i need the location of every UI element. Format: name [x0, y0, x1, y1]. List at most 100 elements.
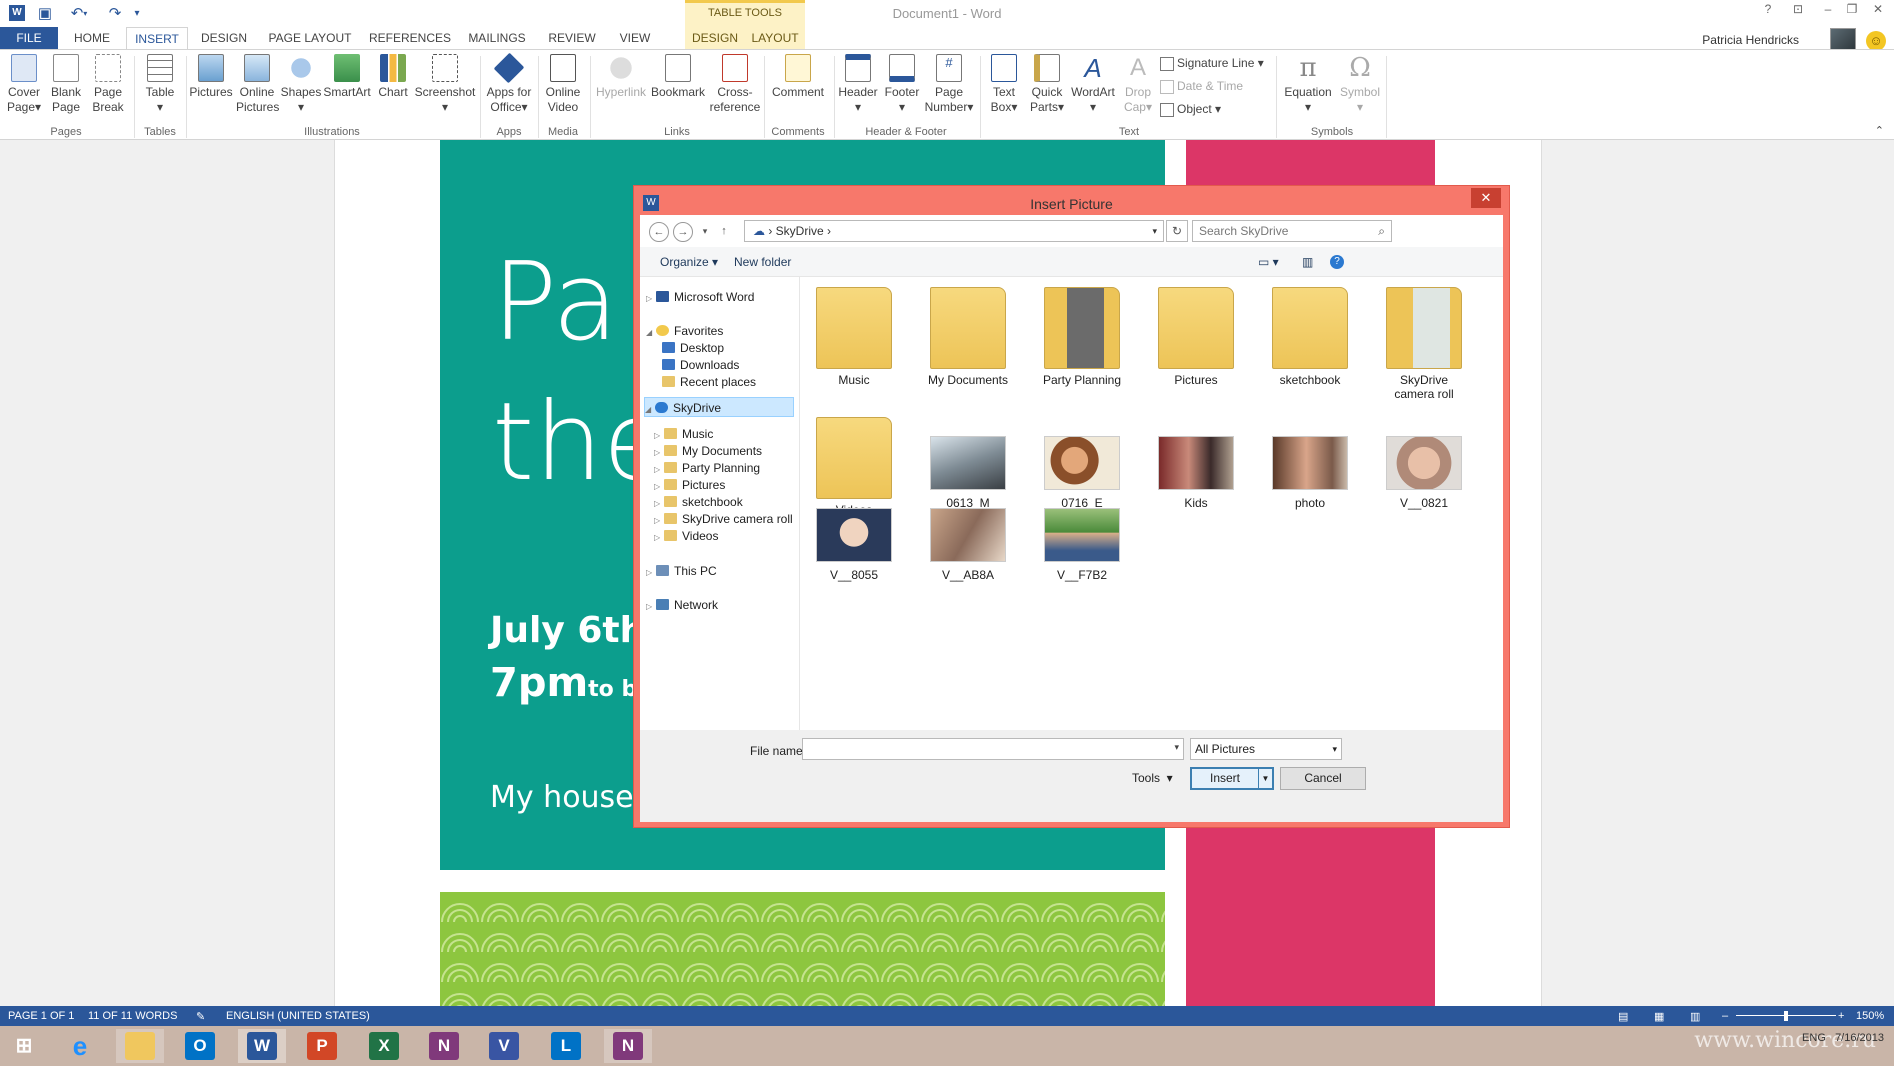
zoom-level[interactable]: 150% [1856, 1010, 1884, 1022]
back-icon[interactable]: ← [649, 222, 669, 242]
photo-item-photo[interactable]: photo [1265, 436, 1355, 510]
tab-review[interactable]: REVIEW [542, 27, 602, 49]
read-mode-icon[interactable]: ▤ [1618, 1010, 1628, 1023]
input-language[interactable]: ENG [1802, 1032, 1826, 1044]
photo-item-v-8055[interactable]: V__8055 [809, 508, 899, 582]
insert-button[interactable]: Insert ▼ [1190, 767, 1274, 790]
page-break-button[interactable]: Page Break [88, 54, 128, 115]
web-layout-icon[interactable]: ▥ [1690, 1010, 1700, 1023]
organize-button[interactable]: Organize ▾ [660, 255, 718, 269]
object-button[interactable]: Object ▾ [1160, 99, 1221, 119]
page-number-button[interactable]: # Page Number▾ [924, 54, 974, 115]
cover-page-button[interactable]: Cover Page▾ [4, 54, 44, 115]
zoom-in-icon[interactable]: + [1838, 1010, 1844, 1022]
powerpoint-icon[interactable]: P [298, 1029, 346, 1063]
nav-item-network[interactable]: ▷ Network [646, 595, 718, 615]
zoom-slider-thumb[interactable] [1784, 1011, 1788, 1021]
comment-button[interactable]: Comment [766, 54, 830, 100]
text-box-button[interactable]: Text Box▾ [984, 54, 1024, 115]
word-taskbar-icon[interactable]: W [238, 1029, 286, 1063]
preview-pane-icon[interactable]: ▥ [1302, 255, 1313, 269]
start-icon[interactable]: ⊞ [0, 1029, 48, 1063]
outlook-icon[interactable]: O [176, 1029, 224, 1063]
tools-button[interactable]: Tools ▾ [1132, 771, 1173, 785]
refresh-icon[interactable]: ↻ [1166, 220, 1188, 242]
online-pictures-button[interactable]: Online Pictures [236, 54, 279, 115]
feedback-smiley-icon[interactable]: ☺ [1866, 31, 1886, 51]
footer-button[interactable]: Footer ▾ [880, 54, 924, 115]
tab-references[interactable]: REFERENCES [368, 27, 452, 49]
photo-item-kids[interactable]: Kids [1151, 436, 1241, 510]
photo-item-0613-m[interactable]: 0613_M [923, 436, 1013, 510]
change-view-icon[interactable]: ▭ ▾ [1258, 255, 1279, 269]
bookmark-button[interactable]: Bookmark [650, 54, 706, 100]
address-bar[interactable]: ☁ › SkyDrive › ▾ [744, 220, 1164, 242]
nav-item-recent-places[interactable]: Recent places [662, 372, 756, 392]
lync-icon[interactable]: L [542, 1029, 590, 1063]
folder-item-party-planning[interactable]: Party Planning [1037, 287, 1127, 387]
insert-options-icon[interactable]: ▼ [1258, 769, 1272, 788]
clock-date[interactable]: 7/16/2013 [1835, 1032, 1884, 1044]
file-explorer-icon[interactable] [116, 1029, 164, 1063]
ribbon-display-options-icon[interactable]: ⊡ [1786, 2, 1810, 22]
header-button[interactable]: Header ▾ [836, 54, 880, 115]
nav-item-microsoft-word[interactable]: ▷ Microsoft Word [646, 287, 754, 307]
onenote-tool-icon[interactable]: N [604, 1029, 652, 1063]
folder-item-pictures[interactable]: Pictures [1151, 287, 1241, 387]
signature-line-button[interactable]: Signature Line ▾ [1160, 53, 1264, 73]
help-icon[interactable]: ? [1756, 2, 1780, 22]
date-time-button[interactable]: Date & Time [1160, 76, 1243, 96]
dialog-close-button[interactable]: ✕ [1471, 188, 1501, 208]
up-icon[interactable]: ↑ [714, 222, 734, 242]
tab-home[interactable]: HOME [70, 27, 114, 49]
pictures-button[interactable]: Pictures [188, 54, 234, 100]
visio-icon[interactable]: V [480, 1029, 528, 1063]
cancel-button[interactable]: Cancel [1280, 767, 1366, 790]
tab-mailings[interactable]: MAILINGS [462, 27, 532, 49]
hyperlink-button[interactable]: Hyperlink [592, 54, 650, 100]
online-video-button[interactable]: Online Video [540, 54, 586, 115]
screenshot-button[interactable]: Screenshot ▾ [414, 54, 476, 115]
word-count[interactable]: 11 OF 11 WORDS [88, 1010, 177, 1022]
help-icon[interactable]: ? [1330, 255, 1344, 269]
tab-insert[interactable]: INSERT [126, 27, 188, 50]
folder-item-music[interactable]: Music [809, 287, 899, 387]
wordart-button[interactable]: A WordArt ▾ [1068, 54, 1118, 115]
tab-file[interactable]: FILE [0, 27, 58, 49]
language[interactable]: ENGLISH (UNITED STATES) [226, 1010, 370, 1022]
tab-page-layout[interactable]: PAGE LAYOUT [262, 27, 358, 49]
tab-table-design[interactable]: DESIGN [685, 27, 745, 49]
folder-item-skydrive-camera-roll[interactable]: SkyDrive camera roll [1379, 287, 1469, 401]
collapse-ribbon-icon[interactable]: ⌃ [1875, 124, 1884, 137]
excel-icon[interactable]: X [360, 1029, 408, 1063]
minimize-icon[interactable]: – [1816, 2, 1840, 22]
file-type-select[interactable]: All Pictures ▾ [1190, 738, 1342, 760]
photo-item-v-ab8a[interactable]: V__AB8A [923, 508, 1013, 582]
cross-reference-button[interactable]: Cross-reference [708, 54, 762, 115]
folder-item-sketchbook[interactable]: sketchbook [1265, 287, 1355, 387]
shapes-button[interactable]: Shapes ▾ [280, 54, 322, 115]
nav-item-this-pc[interactable]: ▷ This PC [646, 561, 717, 581]
drop-cap-button[interactable]: A Drop Cap▾ [1120, 54, 1156, 115]
chart-button[interactable]: Chart [374, 54, 412, 100]
nav-item-skydrive[interactable]: ◢ SkyDrive [644, 397, 794, 417]
recent-locations-icon[interactable]: ▾ [695, 222, 715, 242]
file-name-input[interactable]: ▾ [802, 738, 1184, 760]
zoom-out-icon[interactable]: – [1722, 1010, 1728, 1022]
search-input[interactable]: Search SkyDrive ⌕ [1192, 220, 1392, 242]
photo-item-v-0821[interactable]: V__0821 [1379, 436, 1469, 510]
table-button[interactable]: Table ▾ [140, 54, 180, 115]
address-dropdown-icon[interactable]: ▾ [1152, 221, 1157, 241]
photo-item-0716-e[interactable]: 0716_E [1037, 436, 1127, 510]
internet-explorer-icon[interactable]: e [56, 1029, 104, 1063]
onenote-icon[interactable]: N [420, 1029, 468, 1063]
forward-icon[interactable]: → [673, 222, 693, 242]
tab-view[interactable]: VIEW [610, 27, 660, 49]
quick-parts-button[interactable]: Quick Parts▾ [1026, 54, 1068, 115]
smartart-button[interactable]: SmartArt [322, 54, 372, 100]
nav-item-videos[interactable]: ▷ Videos [654, 526, 718, 546]
tab-design[interactable]: DESIGN [196, 27, 252, 49]
blank-page-button[interactable]: Blank Page [46, 54, 86, 115]
print-layout-icon[interactable]: ▦ [1654, 1010, 1664, 1023]
apps-for-office-button[interactable]: Apps for Office▾ [482, 52, 536, 115]
